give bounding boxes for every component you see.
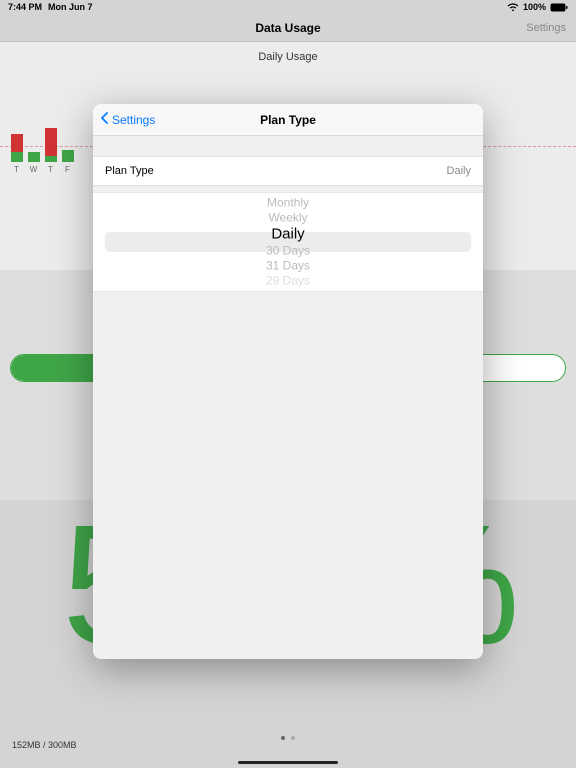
chevron-left-icon — [99, 112, 111, 127]
picker-option[interactable]: Monthly — [267, 196, 309, 211]
row-value: Daily — [447, 165, 471, 177]
picker-option[interactable]: 29 Days — [266, 274, 310, 289]
back-label: Settings — [112, 113, 155, 127]
modal-header: Settings Plan Type — [93, 104, 483, 136]
plan-type-modal: Settings Plan Type Plan Type Daily Month… — [93, 104, 483, 659]
picker-option[interactable]: Daily — [271, 226, 304, 244]
modal-title: Plan Type — [260, 113, 316, 127]
picker-option[interactable]: 31 Days — [266, 259, 310, 274]
back-button[interactable]: Settings — [99, 112, 155, 127]
plan-type-picker[interactable]: MonthlyWeeklyDaily30 Days31 Days29 Days — [93, 192, 483, 292]
picker-option[interactable]: 30 Days — [266, 244, 310, 259]
picker-option[interactable]: Weekly — [268, 211, 307, 226]
row-label: Plan Type — [105, 165, 154, 177]
plan-type-row[interactable]: Plan Type Daily — [93, 156, 483, 186]
